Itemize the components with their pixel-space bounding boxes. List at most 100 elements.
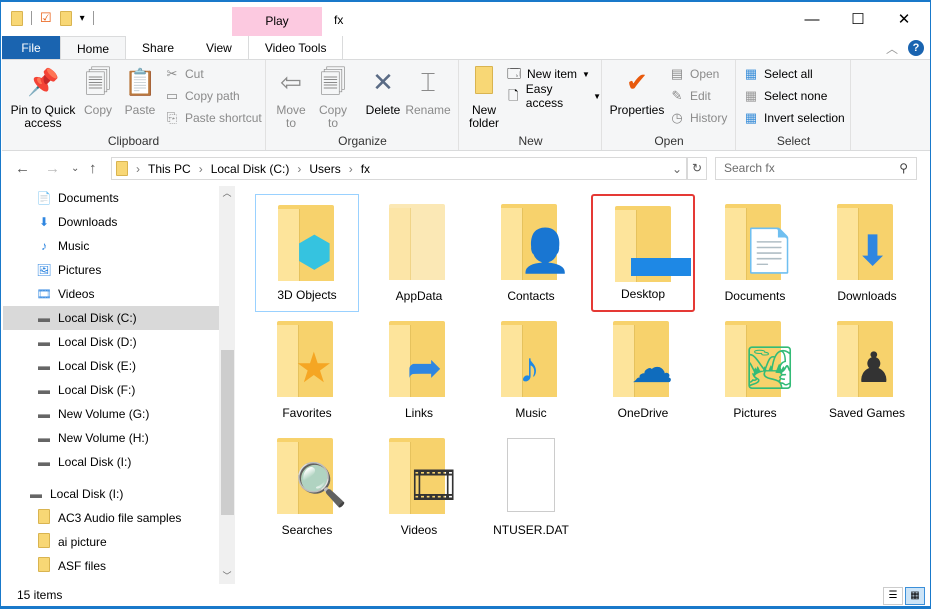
- file-item-label: NTUSER.DAT: [493, 523, 569, 537]
- sidebar-item[interactable]: ▬ Local Disk (C:): [3, 306, 219, 330]
- copy-to-button[interactable]: 🗐 Copy to: [315, 66, 351, 130]
- sidebar-item[interactable]: ▬ Local Disk (E:): [32, 354, 218, 378]
- file-item[interactable]: ▬ Desktop: [591, 194, 695, 312]
- address-dropdown-icon[interactable]: ⌄: [672, 162, 686, 176]
- details-view-button[interactable]: ☰: [883, 587, 903, 605]
- file-item[interactable]: ☁ OneDrive: [591, 311, 695, 429]
- copy-path-icon: ▭: [165, 88, 179, 103]
- sidebar-item-label: Music: [58, 239, 90, 253]
- forward-button[interactable]: →: [45, 157, 60, 180]
- large-icons-view-button[interactable]: ▦: [905, 587, 925, 605]
- file-item[interactable]: 🏞 Pictures: [703, 311, 807, 429]
- select-none-button[interactable]: ▦ Select none: [743, 86, 828, 106]
- file-item[interactable]: ♟ Saved Games: [815, 311, 919, 429]
- breadcrumb-this-pc[interactable]: This PC: [148, 162, 191, 176]
- status-item-count: 15 items: [17, 588, 63, 602]
- overlay-icon: 🔍: [295, 461, 348, 508]
- sidebar-item[interactable]: ⬇ Downloads: [32, 210, 218, 234]
- search-icon: ⚲: [899, 161, 908, 175]
- file-item-label: Searches: [281, 523, 333, 537]
- file-item[interactable]: 📄 Documents: [703, 194, 807, 312]
- rename-button[interactable]: ⌶ Rename: [405, 66, 451, 117]
- group-label: Open: [654, 134, 684, 148]
- delete-button[interactable]: ✕ Delete: [363, 66, 403, 117]
- breadcrumb-fx[interactable]: fx: [361, 162, 370, 176]
- back-button[interactable]: ←: [15, 157, 30, 180]
- address-bar[interactable]: › This PC › Local Disk (C:) › Users › fx ⌄: [111, 157, 687, 180]
- tab-share[interactable]: Share: [126, 36, 190, 60]
- sidebar-item[interactable]: 🖼 Pictures: [32, 258, 218, 282]
- easy-access-button[interactable]: 🗋 Easy access ▼: [506, 82, 601, 110]
- file-item[interactable]: ⬢ 3D Objects: [255, 194, 359, 312]
- properties-icon[interactable]: ☑: [40, 10, 52, 26]
- open-icon: ▤: [670, 66, 684, 81]
- edit-button[interactable]: ✎ Edit: [669, 86, 711, 106]
- new-folder-button[interactable]: New folder: [464, 66, 504, 130]
- breadcrumb-users[interactable]: Users: [309, 162, 340, 176]
- sidebar-item[interactable]: ▬ Local Disk (F:): [32, 378, 218, 402]
- collapse-ribbon-icon[interactable]: ︿: [886, 40, 898, 57]
- help-icon[interactable]: ?: [908, 40, 924, 56]
- up-button[interactable]: ↑: [89, 157, 97, 180]
- file-item[interactable]: ★ Favorites: [255, 311, 359, 429]
- tab-view[interactable]: View: [190, 36, 248, 60]
- folder-icon: [468, 66, 500, 98]
- scrollbar-thumb[interactable]: [221, 350, 234, 515]
- copy-path-button[interactable]: ▭ Copy path: [164, 86, 240, 106]
- maximize-button[interactable]: ☐: [835, 7, 881, 33]
- open-button[interactable]: ▤ Open: [669, 64, 720, 84]
- navigation-pane: 📄 Documents ⬇ Downloads ♪ Music 🖼 Pictures 🎞 Vide…: [2, 186, 234, 584]
- file-item[interactable]: ➦ Links: [367, 311, 471, 429]
- rename-icon: ⌶: [420, 67, 436, 97]
- file-item[interactable]: 🔍 Searches: [255, 428, 359, 546]
- new-item-button[interactable]: 🗔 New item ▼: [506, 64, 590, 84]
- search-input[interactable]: Search fx ⚲: [715, 157, 917, 180]
- sidebar-item[interactable]: ▬ Local Disk (I:): [24, 482, 210, 506]
- sidebar-item-label: ASF files: [58, 559, 107, 573]
- cut-button[interactable]: ✂ Cut: [164, 64, 204, 84]
- new-folder-icon[interactable]: [59, 10, 72, 26]
- close-button[interactable]: ✕: [881, 7, 927, 33]
- sidebar-item[interactable]: 📄 Documents: [32, 186, 218, 210]
- drive-icon: ▬: [38, 455, 50, 469]
- file-item[interactable]: ⬇ Downloads: [815, 194, 919, 312]
- file-item[interactable]: 👤 Contacts: [479, 194, 583, 312]
- overlay-icon: ⬢: [296, 228, 333, 275]
- minimize-button[interactable]: —: [789, 7, 835, 33]
- pin-button[interactable]: 📌 Pin to Quick access: [8, 66, 78, 130]
- properties-check-icon: ✔: [626, 67, 648, 97]
- folder-icon[interactable]: [11, 10, 23, 26]
- invert-selection-button[interactable]: ▦ Invert selection: [743, 108, 845, 128]
- file-item[interactable]: ♪ Music: [479, 311, 583, 429]
- refresh-button[interactable]: ↻: [687, 157, 707, 180]
- file-item-label: AppData: [395, 289, 443, 303]
- paste-shortcut-button[interactable]: ⎘ Paste shortcut: [164, 108, 262, 128]
- sidebar-item-label: New Volume (G:): [58, 407, 150, 421]
- recent-locations-button[interactable]: ⌄: [71, 157, 79, 180]
- sidebar-item[interactable]: ▬ Local Disk (D:): [32, 330, 218, 354]
- properties-button[interactable]: ✔ Properties: [607, 66, 667, 117]
- sidebar-item[interactable]: AC3 Audio file samples: [32, 506, 218, 530]
- library-icon: 📄: [36, 191, 52, 205]
- file-item[interactable]: 🎞 Videos: [367, 428, 471, 546]
- select-all-button[interactable]: ▦ Select all: [743, 64, 813, 84]
- sidebar-item[interactable]: ♪ Music: [32, 234, 218, 258]
- breadcrumb-local-disk-c[interactable]: Local Disk (C:): [211, 162, 290, 176]
- file-item[interactable]: NTUSER.DAT: [479, 428, 583, 546]
- sidebar-item[interactable]: ai picture: [32, 530, 218, 554]
- sidebar-item[interactable]: ▬ New Volume (H:): [32, 426, 218, 450]
- sidebar-item[interactable]: ASF files: [32, 554, 218, 578]
- tab-file[interactable]: File: [2, 36, 60, 60]
- paste-button[interactable]: 📋 Paste: [122, 66, 158, 117]
- tab-home[interactable]: Home: [60, 36, 127, 60]
- ribbon-tabs: File Home Share View Video Tools ︿ ?: [2, 36, 930, 60]
- history-button[interactable]: ◷ History: [669, 108, 727, 128]
- tab-video-tools[interactable]: Video Tools: [247, 36, 344, 60]
- file-item[interactable]: AppData: [367, 194, 471, 312]
- copy-button[interactable]: 🗐 Copy: [80, 66, 116, 117]
- customize-dropdown-icon[interactable]: ▾: [80, 13, 85, 24]
- sidebar-item[interactable]: 🎞 Videos: [32, 282, 218, 306]
- sidebar-item[interactable]: ▬ Local Disk (I:): [32, 450, 218, 474]
- sidebar-item[interactable]: ▬ New Volume (G:): [32, 402, 218, 426]
- move-to-button[interactable]: ⇦ Move to: [273, 66, 309, 130]
